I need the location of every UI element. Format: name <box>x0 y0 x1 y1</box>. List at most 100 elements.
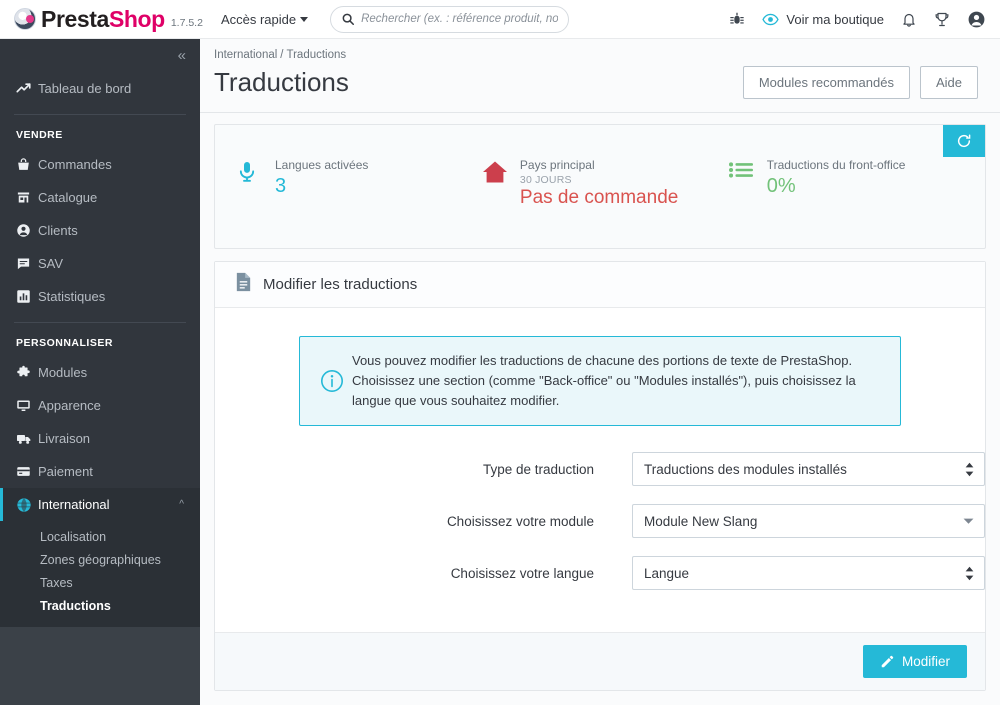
sidebar-subitem-localisation[interactable]: Localisation <box>0 525 200 548</box>
card-body: Vous pouvez modifier les traductions de … <box>215 308 985 632</box>
refresh-icon <box>957 134 971 148</box>
breadcrumb-separator: / <box>280 49 284 61</box>
refresh-kpi-button[interactable] <box>943 125 985 157</box>
pencil-icon <box>881 655 894 668</box>
chevron-down-icon <box>300 16 309 22</box>
view-shop-link[interactable]: Voir ma boutique <box>762 11 884 28</box>
translation-type-select[interactable]: Traductions des modules installés <box>632 452 985 487</box>
sidebar-subitem-traductions[interactable]: Traductions <box>0 594 200 617</box>
top-header: PrestaShop 1.7.5.2 Accès rapide Voir <box>0 0 1000 39</box>
module-dropdown[interactable]: Module New Slang <box>632 504 985 539</box>
sidebar-group-customize: PERSONNALISER <box>16 337 113 349</box>
search-box[interactable] <box>330 5 570 33</box>
sidebar-item-label: International <box>38 497 110 512</box>
modify-button[interactable]: Modifier <box>862 645 967 679</box>
edit-translations-card: Modifier les traductions Vous pouvez mod… <box>214 261 986 692</box>
field-row-language: Choisissez votre langue Langue <box>215 556 985 591</box>
search-icon <box>342 13 355 26</box>
quick-access-label: Accès rapide <box>220 11 297 27</box>
field-row-module: Choisissez votre module Module New Slang <box>215 504 985 539</box>
sidebar-item-livraison[interactable]: Livraison <box>0 422 200 455</box>
page-body: « Tableau de bord VENDRE Commandes Catal… <box>0 39 1000 705</box>
basket-icon <box>16 157 38 172</box>
sidebar-item-sav[interactable]: SAV <box>0 247 200 280</box>
kpi-label: Langues activées <box>275 158 369 172</box>
field-label: Choisissez votre module <box>446 513 595 529</box>
sidebar-item-label: Tableau de bord <box>38 81 132 96</box>
sidebar-item-label: Clients <box>38 223 78 238</box>
translations-form: Type de traduction Traductions des modul… <box>215 426 985 591</box>
kpi-value: 0% <box>766 175 796 197</box>
kpi-value: Pas de commande <box>519 187 679 208</box>
sidebar-group-sell: VENDRE <box>16 129 63 141</box>
sidebar-item-commandes[interactable]: Commandes <box>0 148 200 181</box>
sidebar-item-label: Paiement <box>38 464 93 479</box>
sidebar-subitem-zones-geographiques[interactable]: Zones géographiques <box>0 548 200 571</box>
language-field: Langue <box>632 556 985 591</box>
field-label: Choisissez votre langue <box>450 565 595 581</box>
recommended-modules-button[interactable]: Modules recommandés <box>742 66 910 99</box>
sidebar-item-label: Apparence <box>38 398 101 413</box>
info-alert-line1: Vous pouvez modifier les traductions de … <box>352 353 853 368</box>
kpi-main-country[interactable]: Pays principal 30 JOURS Pas de commande <box>482 125 729 210</box>
content-panels: Langues activées 3 Pays principal 30 JOU… <box>200 113 1000 692</box>
kpi-label: Pays principal <box>519 158 595 172</box>
chevron-up-icon: ^ <box>179 499 184 510</box>
sidebar-item-label: Commandes <box>38 157 112 172</box>
card-title: Modifier les traductions <box>263 276 418 293</box>
collapse-sidebar-icon[interactable]: « <box>178 47 186 64</box>
kpi-value: 3 <box>275 175 287 197</box>
kpi-languages[interactable]: Langues activées 3 <box>215 125 482 198</box>
prestashop-logo[interactable]: PrestaShop 1.7.5.2 <box>0 5 203 32</box>
chat-icon <box>16 256 38 271</box>
sidebar-item-label: SAV <box>38 256 64 271</box>
trophy-icon[interactable] <box>934 11 950 28</box>
sidebar-item-clients[interactable]: Clients <box>0 214 200 247</box>
sidebar-item-label: Statistiques <box>38 289 106 304</box>
quick-access-menu[interactable]: Accès rapide <box>220 11 309 27</box>
sidebar-item-dashboard[interactable]: Tableau de bord <box>0 72 200 105</box>
field-row-translation-type: Type de traduction Traductions des modul… <box>215 452 985 487</box>
sidebar-item-statistiques[interactable]: Statistiques <box>0 280 200 313</box>
account-icon[interactable] <box>967 10 986 29</box>
logo-text-presta: Presta <box>41 5 109 32</box>
sidebar-divider-2 <box>14 322 186 323</box>
sidebar-item-modules[interactable]: Modules <box>0 356 200 389</box>
search-input[interactable] <box>361 13 559 25</box>
view-shop-label: Voir ma boutique <box>786 11 884 27</box>
logo-text: PrestaShop <box>41 5 165 32</box>
sidebar-item-catalogue[interactable]: Catalogue <box>0 181 200 214</box>
sidebar-item-international[interactable]: International ^ <box>0 488 200 521</box>
help-button[interactable]: Aide <box>919 66 978 99</box>
sidebar-divider-1 <box>14 114 186 115</box>
monitor-icon <box>16 398 38 413</box>
sidebar-item-paiement[interactable]: Paiement <box>0 455 200 488</box>
info-icon <box>312 369 352 393</box>
module-field: Module New Slang <box>632 504 985 539</box>
sidebar-item-apparence[interactable]: Apparence <box>0 389 200 422</box>
translation-type-field: Traductions des modules installés <box>632 452 985 487</box>
truck-icon <box>16 431 38 447</box>
sidebar-item-label: Catalogue <box>38 190 98 205</box>
page-header-actions: Modules recommandés Aide <box>742 66 978 99</box>
breadcrumb-parent[interactable]: International <box>214 49 277 61</box>
logo-text-shop: Shop <box>108 5 165 32</box>
puzzle-icon <box>16 365 38 380</box>
bug-icon[interactable] <box>729 11 745 27</box>
sidebar-submenu-international: Localisation Zones géographiques Taxes T… <box>0 521 200 627</box>
page-header-row: Traductions Modules recommandés Aide <box>200 61 1000 99</box>
list-icon <box>728 158 767 198</box>
person-icon <box>16 223 38 238</box>
version-label: 1.7.5.2 <box>170 16 203 29</box>
prestashop-mascot-icon <box>14 8 36 30</box>
field-label: Type de traduction <box>482 461 595 477</box>
trend-up-icon <box>16 81 38 96</box>
breadcrumb: International / Traductions <box>200 39 1000 61</box>
kpi-sublabel: 30 JOURS <box>519 174 572 186</box>
language-select[interactable]: Langue <box>632 556 985 591</box>
sidebar-subitem-taxes[interactable]: Taxes <box>0 571 200 594</box>
bell-icon[interactable] <box>901 11 917 28</box>
info-alert-line2: Choisissez une section (comme "Back-offi… <box>352 373 856 409</box>
page-title: Traductions <box>214 67 349 97</box>
globe-icon <box>16 497 38 513</box>
